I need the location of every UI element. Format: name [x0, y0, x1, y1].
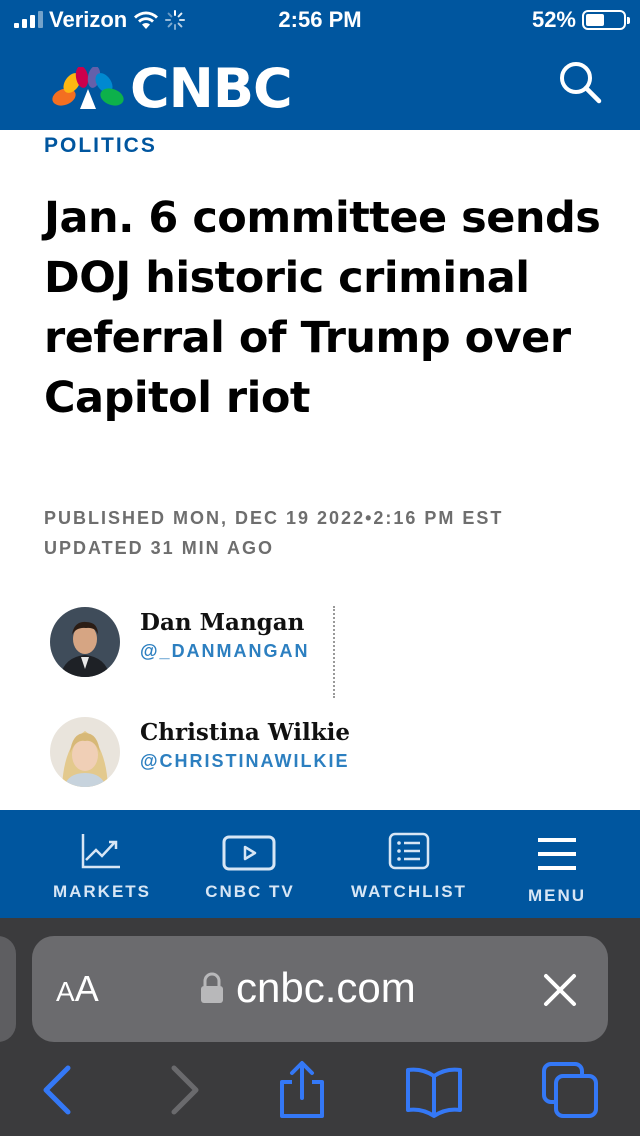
tab-watchlist[interactable]: WATCHLIST	[344, 810, 474, 918]
site-header: CNBC	[0, 40, 640, 130]
author-handle[interactable]: @CHRISTINAWILKIE	[140, 751, 350, 772]
battery-group: 52%	[531, 7, 630, 33]
author-card: Dan Mangan @_DANMANGAN	[50, 607, 350, 679]
tab-menu[interactable]: MENU	[508, 810, 606, 918]
article-headline: Jan. 6 committee sends DOJ historic crim…	[44, 193, 601, 423]
logo-wordmark: CNBC	[130, 57, 293, 120]
author-card: Christina Wilkie @CHRISTINAWILKIE	[50, 717, 390, 789]
bookmarks-icon[interactable]	[404, 1060, 464, 1120]
divider	[333, 606, 335, 698]
published-date: PUBLISHED MON, DEC 19 2022•2:16 PM EST	[44, 508, 504, 528]
tab-label: CNBC TV	[205, 882, 295, 901]
previous-tab-preview[interactable]	[0, 936, 16, 1042]
bottom-tab-bar: MARKETS CNBC TV WATCHLIST MENU	[0, 810, 640, 918]
share-icon[interactable]	[272, 1060, 332, 1120]
tabs-icon[interactable]	[540, 1060, 600, 1120]
tab-label: WATCHLIST	[351, 882, 467, 901]
tab-markets[interactable]: MARKETS	[44, 810, 160, 918]
play-icon	[222, 835, 276, 871]
hamburger-icon	[538, 838, 576, 870]
section-label[interactable]: POLITICS	[44, 134, 157, 158]
lock-icon	[201, 972, 223, 1003]
status-bar: Verizon 2:56 PM 52%	[0, 0, 640, 40]
tab-label: MARKETS	[52, 882, 152, 901]
chart-icon	[81, 834, 120, 869]
avatar	[50, 717, 120, 787]
forward-icon[interactable]	[152, 1060, 212, 1120]
battery-icon	[582, 10, 630, 30]
url-field[interactable]: cnbc.com	[200, 964, 416, 1012]
close-icon[interactable]	[536, 966, 584, 1014]
search-icon[interactable]	[556, 58, 604, 106]
updated-time: UPDATED 31 MIN AGO	[44, 538, 275, 558]
back-icon[interactable]	[30, 1060, 90, 1120]
tab-cnbc-tv[interactable]: CNBC TV	[190, 810, 310, 918]
cnbc-logo[interactable]: CNBC	[50, 57, 293, 120]
list-icon	[388, 832, 430, 870]
avatar	[50, 607, 120, 677]
author-handle[interactable]: @_DANMANGAN	[140, 641, 310, 662]
author-name[interactable]: Christina Wilkie	[140, 719, 350, 746]
address-bar[interactable]: AA cnbc.com	[32, 936, 608, 1042]
browser-toolbar: AA cnbc.com	[0, 918, 640, 1136]
battery-percent: 52%	[531, 7, 576, 32]
text-size-button[interactable]: AA	[56, 968, 99, 1010]
peacock-icon	[52, 67, 124, 109]
url-text: cnbc.com	[236, 964, 416, 1011]
author-name[interactable]: Dan Mangan	[140, 609, 304, 636]
tab-label: MENU	[527, 886, 587, 905]
